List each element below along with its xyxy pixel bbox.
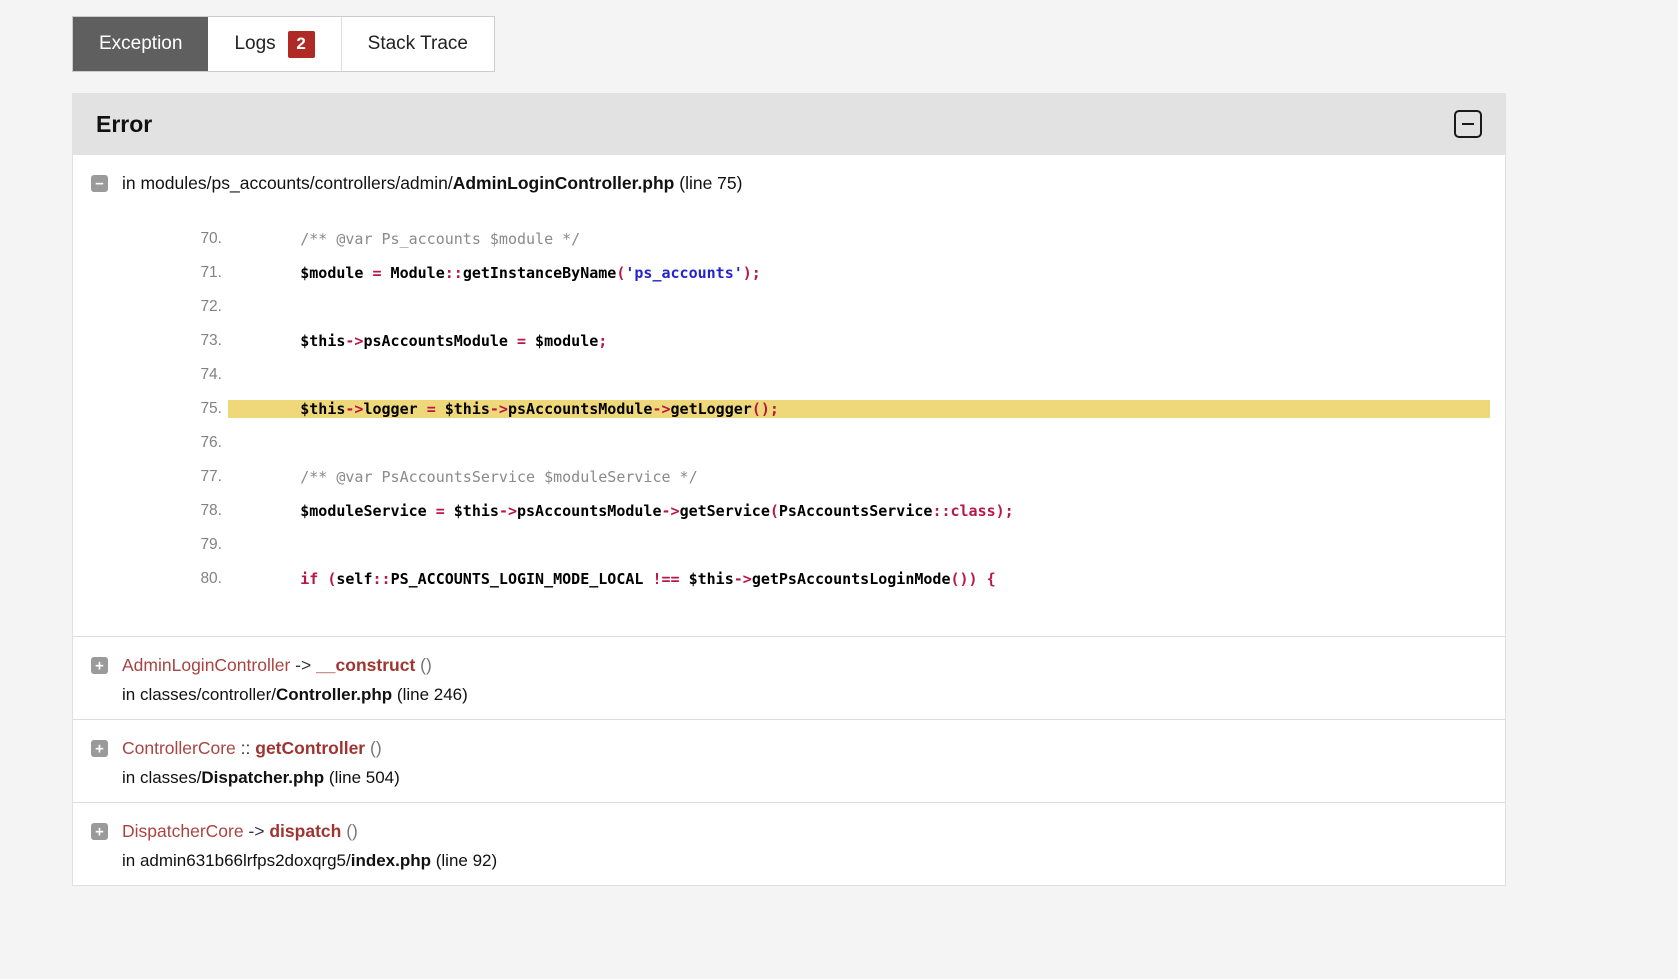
exception-location-file: AdminLoginController.php xyxy=(453,173,675,193)
frame-location-prefix: in classes/ xyxy=(122,768,201,787)
frame-location-prefix: in classes/controller/ xyxy=(122,685,276,704)
line-number: 77. xyxy=(73,468,228,486)
line-source: /** @var Ps_accounts $module */ xyxy=(228,230,1490,248)
exception-location: in modules/ps_accounts/controllers/admin… xyxy=(122,173,742,194)
line-number: 80. xyxy=(73,570,228,588)
stack-frame-header[interactable]: + DispatcherCore -> dispatch () xyxy=(73,815,1505,848)
line-source: /** @var PsAccountsService $moduleServic… xyxy=(228,468,1490,486)
stack-frame-location: in admin631b66lrfps2doxqrg5/index.php (l… xyxy=(73,851,1505,871)
debug-page: Exception Logs 2 Stack Trace Error − in mod… xyxy=(72,16,1506,886)
line-number: 71. xyxy=(73,264,228,282)
stack-frame-header[interactable]: + AdminLoginController -> __construct () xyxy=(73,649,1505,682)
line-number: 74. xyxy=(73,366,228,384)
frame-location-file: Dispatcher.php xyxy=(201,768,324,787)
code-line: 80. if (self::PS_ACCOUNTS_LOGIN_MODE_LOC… xyxy=(73,562,1505,596)
tab-logs[interactable]: Logs 2 xyxy=(208,17,341,71)
line-number: 78. xyxy=(73,502,228,520)
code-line: 73. $this->psAccountsModule = $module; xyxy=(73,324,1505,358)
frame-method-parens: () xyxy=(415,655,432,675)
tab-exception[interactable]: Exception xyxy=(73,17,208,71)
tab-bar: Exception Logs 2 Stack Trace xyxy=(72,16,495,72)
code-line: 77. /** @var PsAccountsService $moduleSe… xyxy=(73,460,1505,494)
frame-location-line: (line 504) xyxy=(324,768,400,787)
code-excerpt: 70. /** @var Ps_accounts $module */71. $… xyxy=(73,200,1505,622)
stack-frame: + ControllerCore :: getController ()in cl… xyxy=(73,720,1505,803)
code-line: 70. /** @var Ps_accounts $module */ xyxy=(73,222,1505,256)
expand-frame-icon[interactable]: + xyxy=(91,657,108,674)
line-source: if (self::PS_ACCOUNTS_LOGIN_MODE_LOCAL !… xyxy=(228,570,1490,588)
error-panel: Error − in modules/ps_accounts/controlle… xyxy=(72,93,1506,886)
line-source: $this->psAccountsModule = $module; xyxy=(228,332,1490,350)
stack-frame-location: in classes/Dispatcher.php (line 504) xyxy=(73,768,1505,788)
error-panel-header: Error xyxy=(72,93,1506,155)
expand-frame-icon[interactable]: + xyxy=(91,823,108,840)
stack-frames: + AdminLoginController -> __construct () i… xyxy=(73,637,1505,885)
code-line: 74. xyxy=(73,358,1505,392)
code-line: 78. $moduleService = $this->psAccountsMo… xyxy=(73,494,1505,528)
frame-method-parens: () xyxy=(365,738,382,758)
exception-frame: − in modules/ps_accounts/controllers/adm… xyxy=(73,155,1505,637)
tab-stack-trace[interactable]: Stack Trace xyxy=(342,17,494,71)
error-panel-body: − in modules/ps_accounts/controllers/adm… xyxy=(72,155,1506,886)
exception-location-line: (line 75) xyxy=(674,173,742,193)
exception-frame-header[interactable]: − in modules/ps_accounts/controllers/adm… xyxy=(73,167,1505,200)
frame-class-name: DispatcherCore xyxy=(122,821,244,841)
line-number: 76. xyxy=(73,434,228,452)
frame-call-operator: :: xyxy=(236,738,255,758)
line-source: $this->logger = $this->psAccountsModule-… xyxy=(228,400,1490,418)
panel-title: Error xyxy=(96,111,152,138)
expand-frame-icon[interactable]: + xyxy=(91,740,108,757)
collapse-frame-icon[interactable]: − xyxy=(91,175,108,192)
frame-location-file: index.php xyxy=(351,851,431,870)
line-number: 75. xyxy=(73,400,228,418)
frame-method-name: __construct xyxy=(316,655,415,675)
code-line: 71. $module = Module::getInstanceByName(… xyxy=(73,256,1505,290)
line-number: 73. xyxy=(73,332,228,350)
code-line: 79. xyxy=(73,528,1505,562)
code-line: 72. xyxy=(73,290,1505,324)
stack-frame-signature: ControllerCore :: getController () xyxy=(122,738,382,759)
frame-call-operator: -> xyxy=(290,655,316,675)
stack-frame: + AdminLoginController -> __construct () i… xyxy=(73,637,1505,720)
frame-class-name: AdminLoginController xyxy=(122,655,290,675)
collapse-panel-button[interactable] xyxy=(1454,110,1482,138)
line-source: $moduleService = $this->psAccountsModule… xyxy=(228,502,1490,520)
frame-class-name: ControllerCore xyxy=(122,738,236,758)
frame-location-file: Controller.php xyxy=(276,685,392,704)
tab-label: Logs xyxy=(234,33,275,55)
code-line-highlighted: 75. $this->logger = $this->psAccountsMod… xyxy=(73,392,1505,426)
line-source: $module = Module::getInstanceByName('ps_… xyxy=(228,264,1490,282)
frame-location-prefix: in admin631b66lrfps2doxqrg5/ xyxy=(122,851,351,870)
stack-frame-location: in classes/controller/Controller.php (li… xyxy=(73,685,1505,705)
tab-label: Stack Trace xyxy=(368,33,468,55)
line-number: 79. xyxy=(73,536,228,554)
frame-method-name: dispatch xyxy=(269,821,341,841)
code-line: 76. xyxy=(73,426,1505,460)
frame-method-parens: () xyxy=(341,821,358,841)
stack-frame-signature: AdminLoginController -> __construct () xyxy=(122,655,432,676)
stack-frame-signature: DispatcherCore -> dispatch () xyxy=(122,821,358,842)
frame-location-line: (line 92) xyxy=(431,851,497,870)
tab-label: Exception xyxy=(99,33,182,55)
line-number: 72. xyxy=(73,298,228,316)
stack-frame: + DispatcherCore -> dispatch () in admin63… xyxy=(73,803,1505,885)
frame-call-operator: -> xyxy=(244,821,270,841)
frame-method-name: getController xyxy=(255,738,365,758)
frame-location-line: (line 246) xyxy=(392,685,468,704)
line-number: 70. xyxy=(73,230,228,248)
exception-location-prefix: in modules/ps_accounts/controllers/admin… xyxy=(122,173,453,193)
logs-count-badge: 2 xyxy=(288,31,315,58)
stack-frame-header[interactable]: + ControllerCore :: getController () xyxy=(73,732,1505,765)
